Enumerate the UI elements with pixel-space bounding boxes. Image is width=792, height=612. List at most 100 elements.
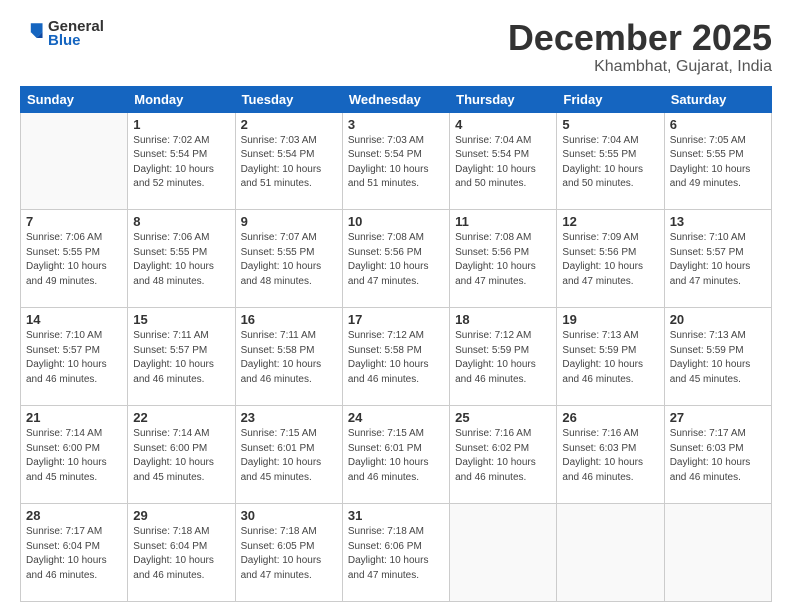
calendar-cell: 1 Sunrise: 7:02 AM Sunset: 5:54 PM Daylig… bbox=[128, 112, 235, 210]
day-number: 5 bbox=[562, 117, 658, 132]
day-info: Sunrise: 7:13 AM Sunset: 5:59 PM Dayligh… bbox=[562, 329, 658, 387]
day-number: 10 bbox=[348, 214, 444, 229]
logo: General Blue bbox=[20, 18, 104, 49]
day-number: 2 bbox=[241, 117, 337, 132]
month-title: December 2025 bbox=[508, 18, 772, 58]
day-number: 29 bbox=[133, 508, 229, 523]
day-info: Sunrise: 7:10 AM Sunset: 5:57 PM Dayligh… bbox=[670, 231, 766, 289]
day-number: 8 bbox=[133, 214, 229, 229]
day-info: Sunrise: 7:16 AM Sunset: 6:02 PM Dayligh… bbox=[455, 427, 551, 485]
calendar-cell: 8 Sunrise: 7:06 AM Sunset: 5:55 PM Daylig… bbox=[128, 210, 235, 308]
weekday-header-row: Sunday Monday Tuesday Wednesday Thursday… bbox=[21, 86, 772, 112]
calendar-cell: 24Sunrise: 7:15 AM Sunset: 6:01 PM Dayli… bbox=[342, 406, 449, 504]
calendar-cell bbox=[557, 504, 664, 602]
calendar-cell: 30 Sunrise: 7:18 AM Sunset: 6:05 PM Dayli… bbox=[235, 504, 342, 602]
day-info: Sunrise: 7:14 AM Sunset: 6:00 PM Dayligh… bbox=[26, 427, 122, 485]
day-info: Sunrise: 7:07 AM Sunset: 5:55 PM Dayligh… bbox=[241, 231, 337, 289]
day-number: 19 bbox=[562, 312, 658, 327]
calendar-cell: 11 Sunrise: 7:08 AM Sunset: 5:56 PM Dayli… bbox=[450, 210, 557, 308]
day-info: Sunrise: 7:06 AM Sunset: 5:55 PM Dayligh… bbox=[26, 231, 122, 289]
day-info: Sunrise: 7:17 AM Sunset: 6:03 PM Dayligh… bbox=[670, 427, 766, 485]
day-number: 15 bbox=[133, 312, 229, 327]
calendar-cell bbox=[664, 504, 771, 602]
calendar-cell: 13 Sunrise: 7:10 AM Sunset: 5:57 PM Dayli… bbox=[664, 210, 771, 308]
header-monday: Monday bbox=[128, 86, 235, 112]
day-info: Sunrise: 7:16 AM Sunset: 6:03 PM Dayligh… bbox=[562, 427, 658, 485]
day-number: 28 bbox=[26, 508, 122, 523]
location: Khambhat, Gujarat, India bbox=[508, 58, 772, 76]
header-wednesday: Wednesday bbox=[342, 86, 449, 112]
calendar-week-row: 1 Sunrise: 7:02 AM Sunset: 5:54 PM Daylig… bbox=[21, 112, 772, 210]
day-number: 23 bbox=[241, 410, 337, 425]
calendar-week-row: 28 Sunrise: 7:17 AM Sunset: 6:04 PM Dayli… bbox=[21, 504, 772, 602]
day-info: Sunrise: 7:10 AM Sunset: 5:57 PM Dayligh… bbox=[26, 329, 122, 387]
calendar-cell: 22 Sunrise: 7:14 AM Sunset: 6:00 PM Dayli… bbox=[128, 406, 235, 504]
calendar-cell: 2Sunrise: 7:03 AM Sunset: 5:54 PM Daylig… bbox=[235, 112, 342, 210]
day-number: 21 bbox=[26, 410, 122, 425]
day-info: Sunrise: 7:18 AM Sunset: 6:04 PM Dayligh… bbox=[133, 525, 229, 583]
day-info: Sunrise: 7:17 AM Sunset: 6:04 PM Dayligh… bbox=[26, 525, 122, 583]
day-number: 7 bbox=[26, 214, 122, 229]
day-number: 27 bbox=[670, 410, 766, 425]
calendar-cell: 5Sunrise: 7:04 AM Sunset: 5:55 PM Daylig… bbox=[557, 112, 664, 210]
day-info: Sunrise: 7:08 AM Sunset: 5:56 PM Dayligh… bbox=[348, 231, 444, 289]
calendar-cell: 6 Sunrise: 7:05 AM Sunset: 5:55 PM Daylig… bbox=[664, 112, 771, 210]
day-info: Sunrise: 7:03 AM Sunset: 5:54 PM Dayligh… bbox=[348, 134, 444, 192]
day-number: 14 bbox=[26, 312, 122, 327]
day-info: Sunrise: 7:09 AM Sunset: 5:56 PM Dayligh… bbox=[562, 231, 658, 289]
day-number: 16 bbox=[241, 312, 337, 327]
calendar-cell: 20Sunrise: 7:13 AM Sunset: 5:59 PM Dayli… bbox=[664, 308, 771, 406]
day-number: 12 bbox=[562, 214, 658, 229]
day-number: 1 bbox=[133, 117, 229, 132]
day-info: Sunrise: 7:15 AM Sunset: 6:01 PM Dayligh… bbox=[241, 427, 337, 485]
day-info: Sunrise: 7:02 AM Sunset: 5:54 PM Dayligh… bbox=[133, 134, 229, 192]
day-number: 30 bbox=[241, 508, 337, 523]
calendar-cell: 4 Sunrise: 7:04 AM Sunset: 5:54 PM Daylig… bbox=[450, 112, 557, 210]
day-number: 13 bbox=[670, 214, 766, 229]
day-info: Sunrise: 7:06 AM Sunset: 5:55 PM Dayligh… bbox=[133, 231, 229, 289]
day-number: 11 bbox=[455, 214, 551, 229]
calendar-cell: 16 Sunrise: 7:11 AM Sunset: 5:58 PM Dayli… bbox=[235, 308, 342, 406]
calendar-cell bbox=[450, 504, 557, 602]
day-number: 6 bbox=[670, 117, 766, 132]
day-number: 18 bbox=[455, 312, 551, 327]
calendar-cell: 28 Sunrise: 7:17 AM Sunset: 6:04 PM Dayli… bbox=[21, 504, 128, 602]
header-thursday: Thursday bbox=[450, 86, 557, 112]
header-saturday: Saturday bbox=[664, 86, 771, 112]
day-info: Sunrise: 7:11 AM Sunset: 5:58 PM Dayligh… bbox=[241, 329, 337, 387]
day-info: Sunrise: 7:05 AM Sunset: 5:55 PM Dayligh… bbox=[670, 134, 766, 192]
day-info: Sunrise: 7:18 AM Sunset: 6:06 PM Dayligh… bbox=[348, 525, 444, 583]
calendar-week-row: 7 Sunrise: 7:06 AM Sunset: 5:55 PM Daylig… bbox=[21, 210, 772, 308]
day-info: Sunrise: 7:12 AM Sunset: 5:58 PM Dayligh… bbox=[348, 329, 444, 387]
day-info: Sunrise: 7:11 AM Sunset: 5:57 PM Dayligh… bbox=[133, 329, 229, 387]
calendar-week-row: 14 Sunrise: 7:10 AM Sunset: 5:57 PM Dayli… bbox=[21, 308, 772, 406]
day-info: Sunrise: 7:14 AM Sunset: 6:00 PM Dayligh… bbox=[133, 427, 229, 485]
calendar-cell: 3 Sunrise: 7:03 AM Sunset: 5:54 PM Daylig… bbox=[342, 112, 449, 210]
day-number: 3 bbox=[348, 117, 444, 132]
calendar-cell: 21 Sunrise: 7:14 AM Sunset: 6:00 PM Dayli… bbox=[21, 406, 128, 504]
calendar-cell: 29 Sunrise: 7:18 AM Sunset: 6:04 PM Dayli… bbox=[128, 504, 235, 602]
title-block: December 2025 Khambhat, Gujarat, India bbox=[508, 18, 772, 76]
day-info: Sunrise: 7:15 AM Sunset: 6:01 PM Dayligh… bbox=[348, 427, 444, 485]
day-number: 22 bbox=[133, 410, 229, 425]
calendar-cell: 17 Sunrise: 7:12 AM Sunset: 5:58 PM Dayli… bbox=[342, 308, 449, 406]
calendar-cell: 31 Sunrise: 7:18 AM Sunset: 6:06 PM Dayli… bbox=[342, 504, 449, 602]
day-info: Sunrise: 7:04 AM Sunset: 5:54 PM Dayligh… bbox=[455, 134, 551, 192]
header: General Blue December 2025 Khambhat, Guj… bbox=[20, 18, 772, 76]
page: General Blue December 2025 Khambhat, Guj… bbox=[0, 0, 792, 612]
day-number: 31 bbox=[348, 508, 444, 523]
calendar-week-row: 21 Sunrise: 7:14 AM Sunset: 6:00 PM Dayli… bbox=[21, 406, 772, 504]
calendar-cell: 12 Sunrise: 7:09 AM Sunset: 5:56 PM Dayli… bbox=[557, 210, 664, 308]
header-friday: Friday bbox=[557, 86, 664, 112]
calendar-table: Sunday Monday Tuesday Wednesday Thursday… bbox=[20, 86, 772, 602]
day-number: 17 bbox=[348, 312, 444, 327]
day-info: Sunrise: 7:18 AM Sunset: 6:05 PM Dayligh… bbox=[241, 525, 337, 583]
day-number: 25 bbox=[455, 410, 551, 425]
day-info: Sunrise: 7:08 AM Sunset: 5:56 PM Dayligh… bbox=[455, 231, 551, 289]
calendar-cell: 10 Sunrise: 7:08 AM Sunset: 5:56 PM Dayli… bbox=[342, 210, 449, 308]
calendar-cell bbox=[21, 112, 128, 210]
calendar-cell: 9Sunrise: 7:07 AM Sunset: 5:55 PM Daylig… bbox=[235, 210, 342, 308]
logo-icon bbox=[22, 20, 44, 42]
day-number: 4 bbox=[455, 117, 551, 132]
day-info: Sunrise: 7:13 AM Sunset: 5:59 PM Dayligh… bbox=[670, 329, 766, 387]
